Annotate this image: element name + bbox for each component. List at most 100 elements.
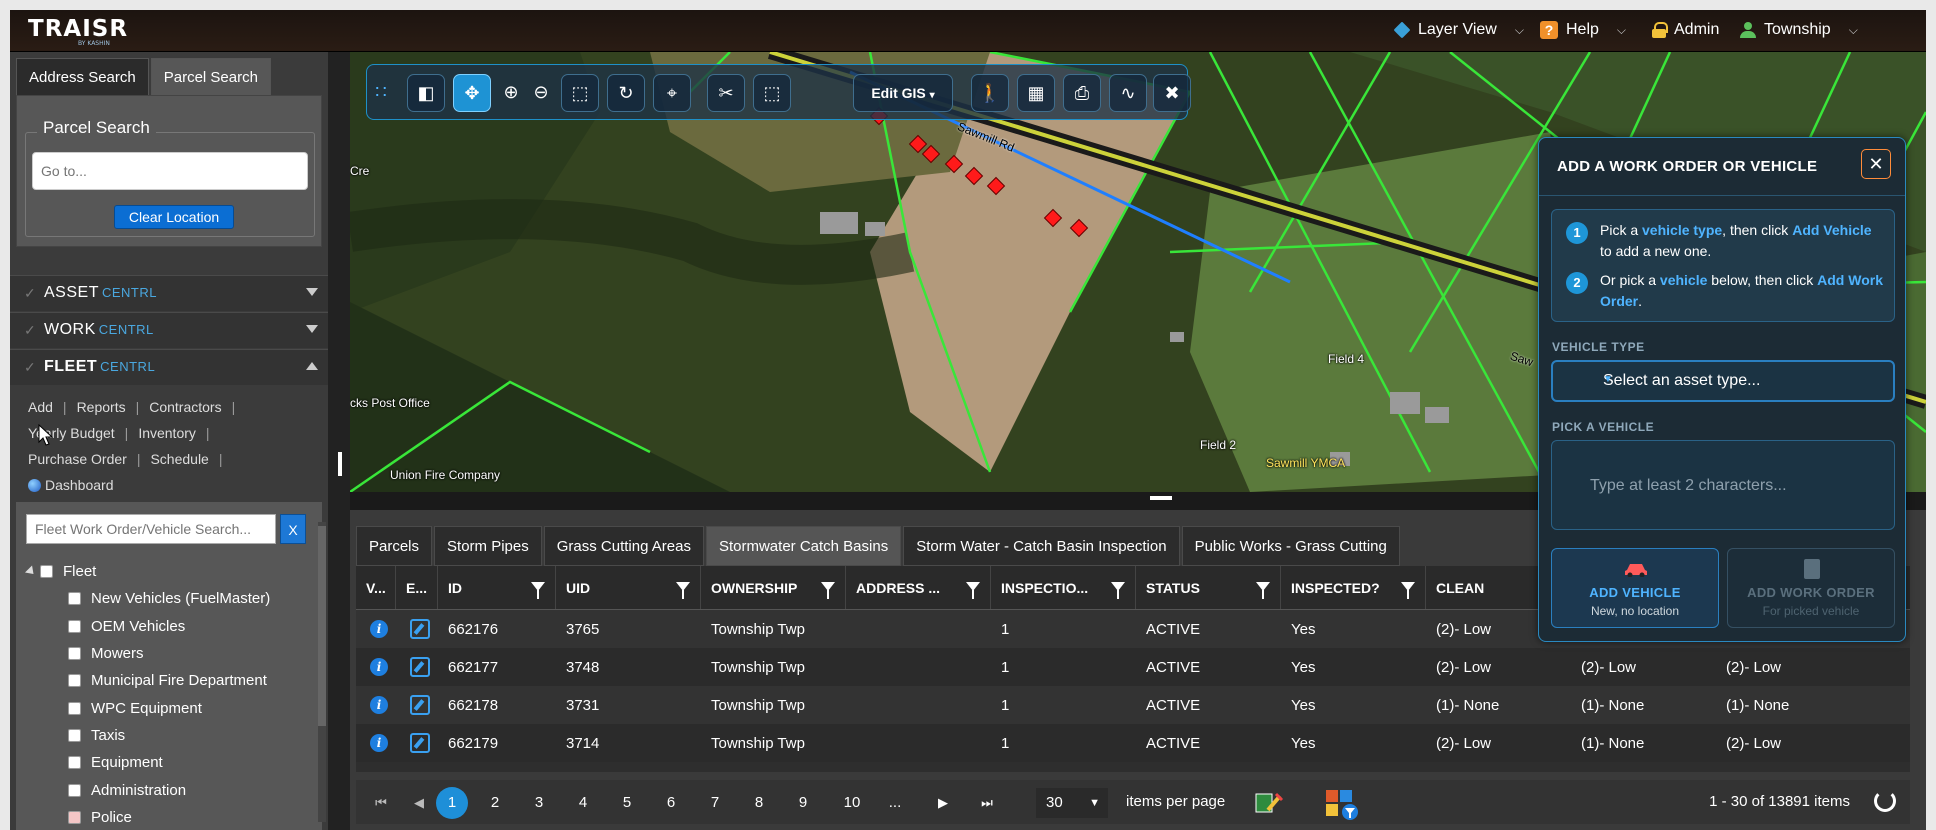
profile-button[interactable]: ∿ <box>1109 74 1147 112</box>
column-header-inspection[interactable]: INSPECTIO... <box>991 566 1136 609</box>
edit-icon[interactable] <box>410 733 430 753</box>
tree-checkbox[interactable] <box>68 647 81 661</box>
table-row[interactable]: i 662179 3714 Township Twp 1 ACTIVE Yes … <box>356 724 1910 762</box>
edit-icon[interactable] <box>410 657 430 677</box>
collapse-icon[interactable] <box>24 565 38 578</box>
tree-item[interactable]: New Vehicles (FuelMaster) <box>68 585 270 612</box>
info-icon[interactable]: i <box>370 620 388 638</box>
column-header-ownership[interactable]: OWNERSHIP <box>701 566 846 609</box>
zoom-out-button[interactable]: ⊖ <box>527 74 555 112</box>
edit-cell[interactable] <box>410 648 430 686</box>
edit-icon[interactable] <box>410 619 430 639</box>
fleet-link-purchase-order[interactable]: Purchase Order <box>28 451 127 467</box>
items-per-page-select[interactable]: 30 ▼ <box>1036 788 1108 818</box>
info-cell[interactable]: i <box>370 648 388 686</box>
fleet-search-clear-button[interactable]: X <box>280 514 306 544</box>
splitter-handle[interactable] <box>338 452 342 476</box>
page-7-button[interactable]: 7 <box>700 788 730 818</box>
refresh-icon[interactable] <box>1874 790 1896 812</box>
filter-icon[interactable] <box>966 582 980 599</box>
user-menu[interactable]: Township ⌵ <box>1740 21 1858 39</box>
page-more-button[interactable]: ... <box>880 788 910 818</box>
tree-checkbox[interactable] <box>68 592 81 606</box>
column-header[interactable]: V... <box>356 566 396 609</box>
tree-item[interactable]: Police <box>68 804 270 830</box>
last-page-button[interactable]: ⏭ <box>972 788 1002 818</box>
page-1-button[interactable]: 1 <box>436 787 468 819</box>
edit-cell[interactable] <box>410 686 430 724</box>
page-3-button[interactable]: 3 <box>524 788 554 818</box>
grid-button[interactable]: ▦ <box>1017 74 1055 112</box>
filter-icon[interactable] <box>531 582 545 599</box>
table-row[interactable]: i 662177 3748 Township Twp 1 ACTIVE Yes … <box>356 648 1910 686</box>
clear-location-button[interactable]: Clear Location <box>114 205 234 229</box>
tab-catch-basin-inspection[interactable]: Storm Water - Catch Basin Inspection <box>903 526 1180 566</box>
info-icon[interactable]: i <box>370 696 388 714</box>
pick-vehicle-input[interactable]: Type at least 2 characters... <box>1551 440 1895 530</box>
work-centrl-section[interactable]: ✓ WORK CENTRL <box>10 312 328 348</box>
filter-icon[interactable] <box>1401 582 1415 599</box>
column-header-id[interactable]: ID <box>438 566 556 609</box>
goto-input[interactable] <box>32 152 308 190</box>
print-button[interactable]: ⎙ <box>1063 74 1101 112</box>
sidebar-scrollbar[interactable] <box>318 522 326 822</box>
fleet-search-input[interactable] <box>26 514 276 544</box>
filter-icon[interactable] <box>1256 582 1270 599</box>
page-2-button[interactable]: 2 <box>480 788 510 818</box>
fleet-link-contractors[interactable]: Contractors <box>149 399 221 415</box>
tree-item-fleet[interactable]: Fleet <box>24 558 270 585</box>
tree-checkbox[interactable] <box>68 810 81 824</box>
fleet-link-inventory[interactable]: Inventory <box>138 425 196 441</box>
panel-splitter[interactable] <box>328 52 350 830</box>
column-header[interactable]: E... <box>396 566 438 609</box>
resize-grip[interactable] <box>1150 496 1172 500</box>
tree-item[interactable]: Mowers <box>68 640 270 667</box>
app-logo[interactable]: TRAISR BY KASHIN <box>28 16 128 47</box>
fleet-link-dashboard[interactable]: Dashboard <box>28 472 324 498</box>
tree-item[interactable]: WPC Equipment <box>68 694 270 721</box>
edit-icon[interactable] <box>410 695 430 715</box>
fleet-link-schedule[interactable]: Schedule <box>150 451 208 467</box>
pan-button[interactable]: ✥ <box>453 74 491 112</box>
tree-checkbox[interactable] <box>68 674 81 688</box>
info-cell[interactable]: i <box>370 724 388 762</box>
next-page-button[interactable]: ▶ <box>928 788 958 818</box>
tree-checkbox[interactable] <box>68 756 81 770</box>
info-icon[interactable]: i <box>370 658 388 676</box>
delete-button[interactable]: ✖ <box>1153 74 1191 112</box>
page-8-button[interactable]: 8 <box>744 788 774 818</box>
column-header-uid[interactable]: UID <box>556 566 701 609</box>
page-4-button[interactable]: 4 <box>568 788 598 818</box>
vehicle-type-select[interactable]: Select an asset type... ▼ <box>1551 360 1895 402</box>
select-area-button[interactable]: ⬚ <box>753 74 791 112</box>
zoom-in-button[interactable]: ⊕ <box>497 74 525 112</box>
zoom-extent-button[interactable]: ⬚ <box>561 74 599 112</box>
filter-icon[interactable] <box>676 582 690 599</box>
tree-item[interactable]: Taxis <box>68 722 270 749</box>
tree-checkbox[interactable] <box>68 701 81 715</box>
tree-checkbox[interactable] <box>68 783 81 797</box>
tree-item[interactable]: Equipment <box>68 749 270 776</box>
tab-grass-cutting-areas[interactable]: Grass Cutting Areas <box>543 526 704 566</box>
info-cell[interactable]: i <box>370 610 388 648</box>
refresh-map-button[interactable]: ↻ <box>607 74 645 112</box>
tab-parcel-search[interactable]: Parcel Search <box>150 58 271 96</box>
tree-checkbox[interactable] <box>68 619 81 633</box>
edit-gis-dropdown[interactable]: Edit GIS ▾ <box>853 74 953 112</box>
tree-checkbox[interactable] <box>40 565 53 579</box>
filter-icon[interactable] <box>1111 582 1125 599</box>
export-excel-icon[interactable] <box>1254 790 1284 816</box>
prev-page-button[interactable]: ◀ <box>404 788 434 818</box>
panel-toggle-button[interactable]: ◧ <box>407 74 445 112</box>
tab-stormwater-catch-basins[interactable]: Stormwater Catch Basins <box>705 526 902 566</box>
admin-link[interactable]: Admin <box>1652 21 1719 39</box>
first-page-button[interactable]: ⏮ <box>366 788 396 818</box>
tree-item[interactable]: OEM Vehicles <box>68 613 270 640</box>
locate-button[interactable]: ⌖ <box>653 74 691 112</box>
asset-centrl-section[interactable]: ✓ ASSET CENTRL <box>10 275 328 311</box>
tab-parcels[interactable]: Parcels <box>356 526 433 566</box>
info-icon[interactable]: i <box>370 734 388 752</box>
filter-icon[interactable] <box>821 582 835 599</box>
column-header-inspected[interactable]: INSPECTED? <box>1281 566 1426 609</box>
help-menu[interactable]: ? Help ⌵ <box>1540 21 1626 39</box>
